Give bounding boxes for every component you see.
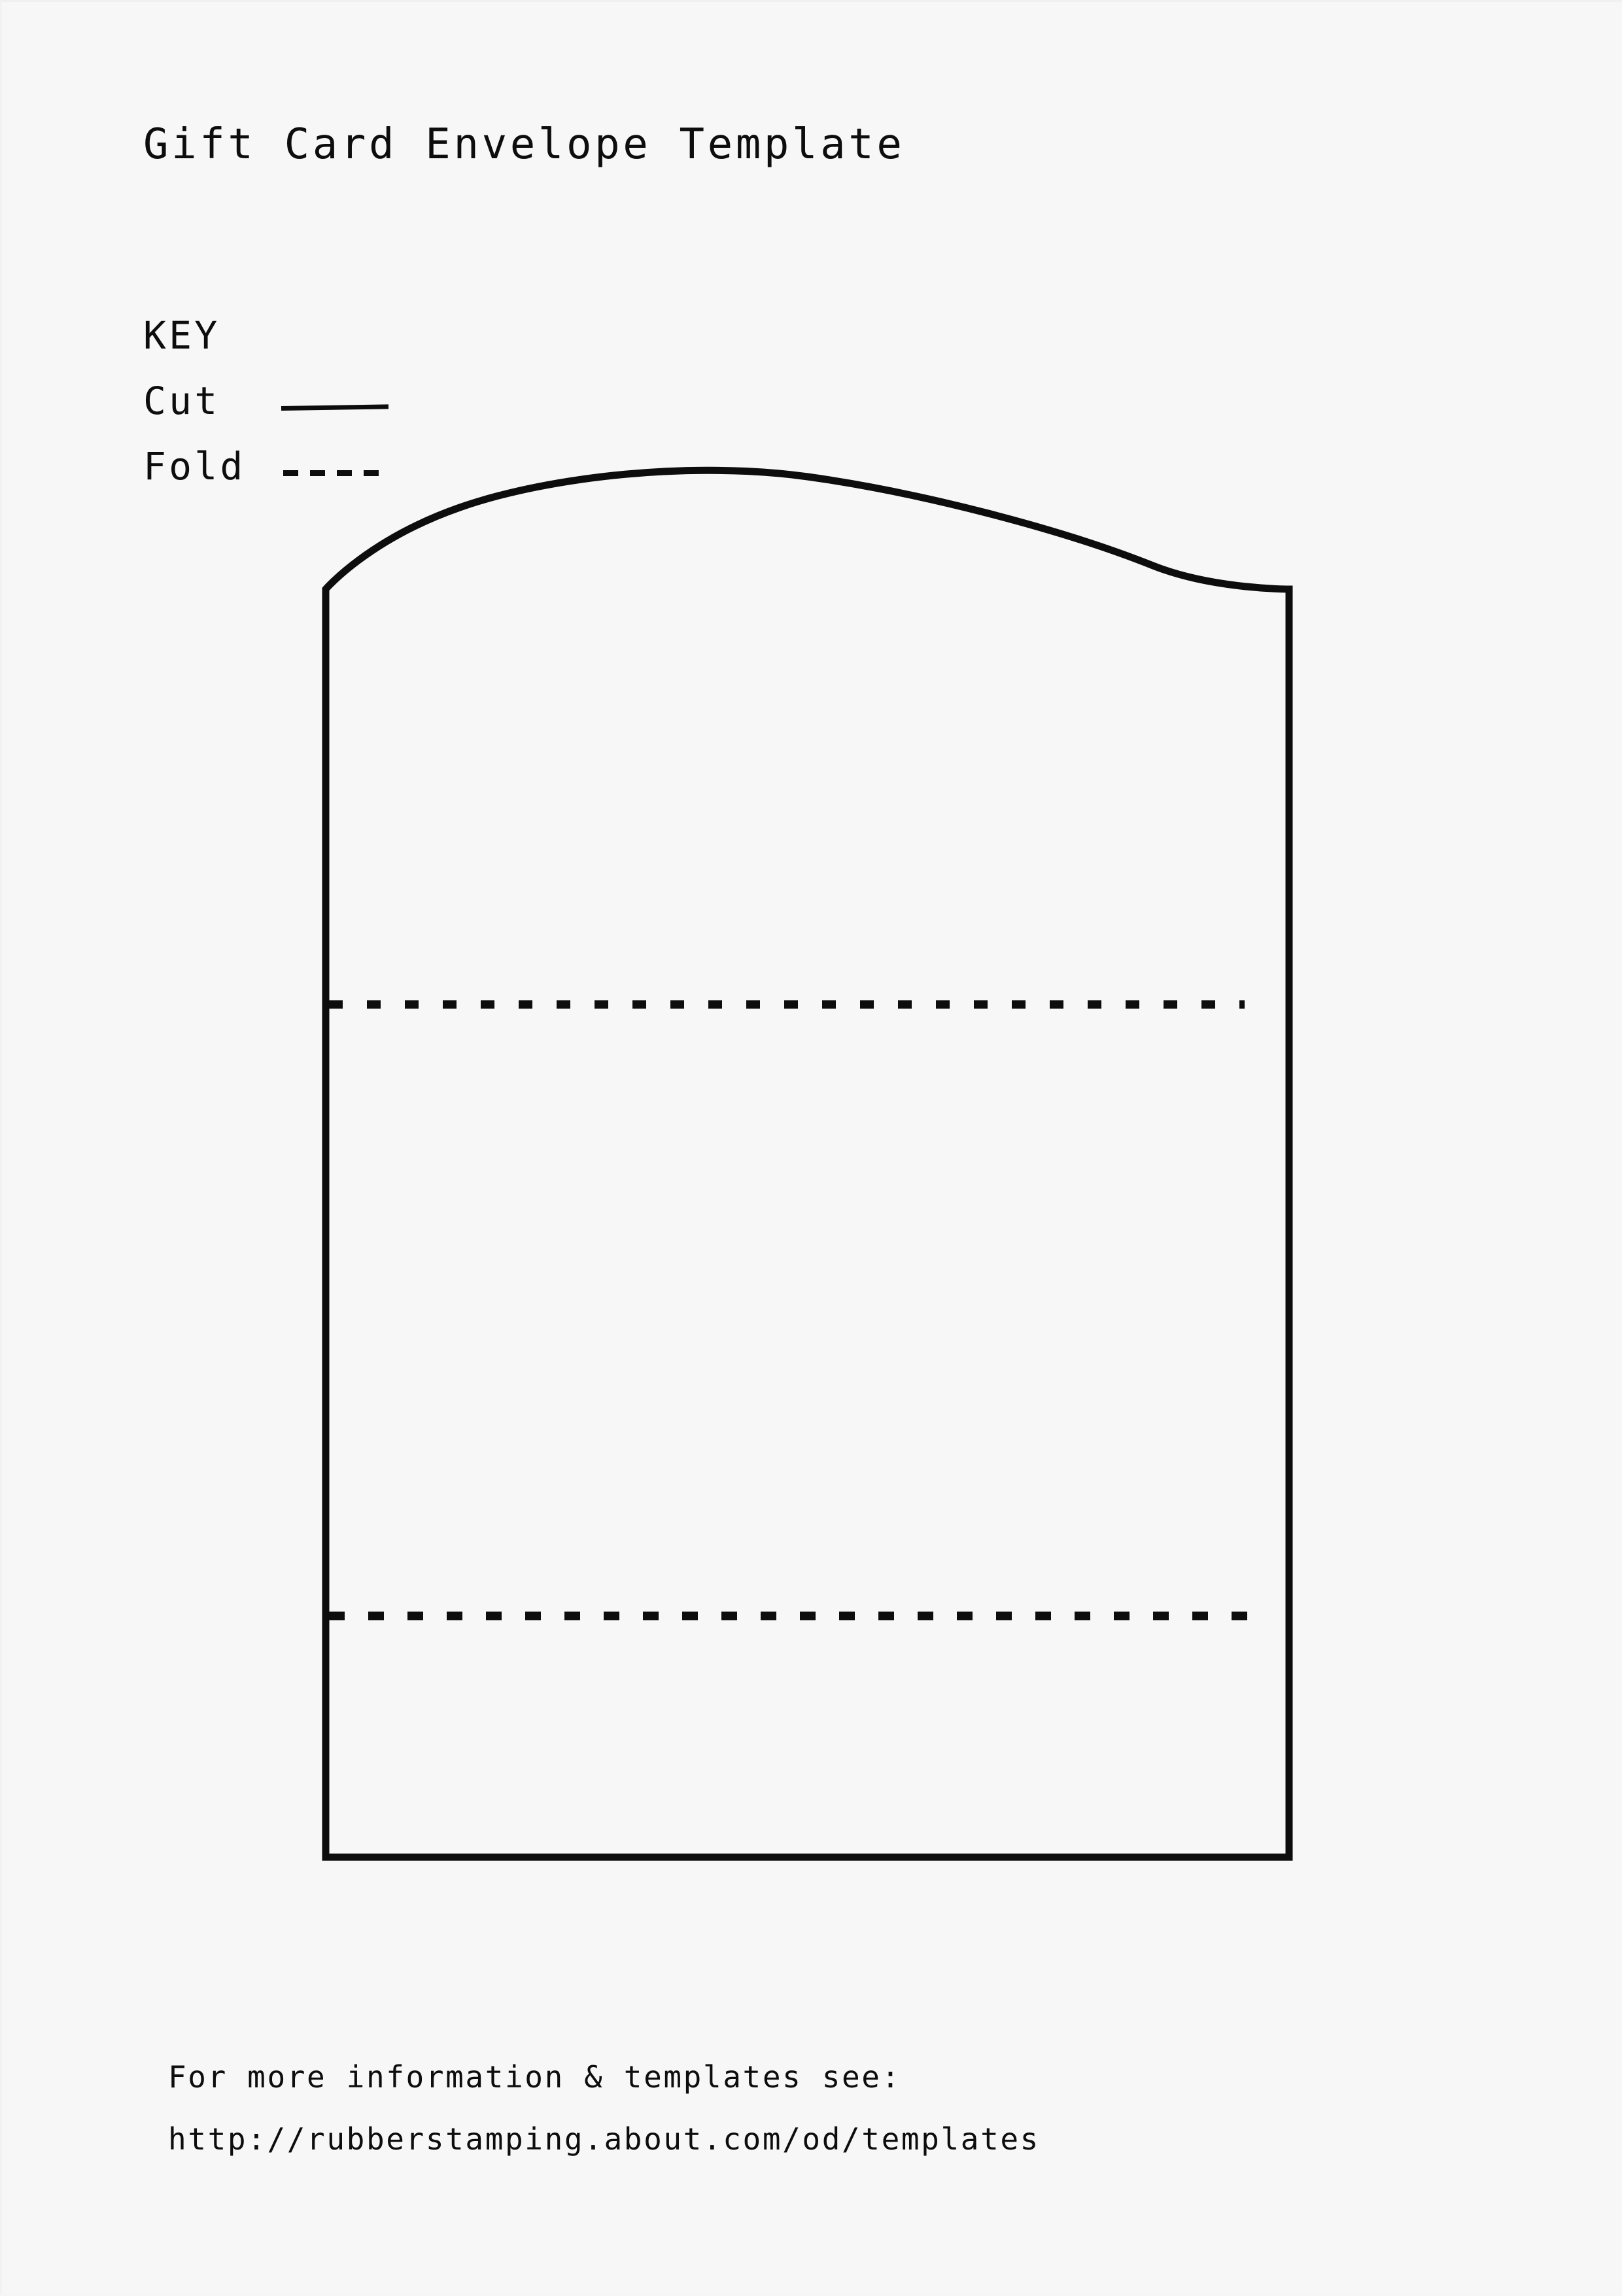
footer: For more information & templates see: ht… [168,2046,1040,2170]
key-heading: KEY [143,313,220,358]
footer-url: http://rubberstamping.about.com/od/templ… [168,2121,1040,2157]
footer-line-1: For more information & templates see: [168,2059,901,2095]
key-item-fold-label: Fold [143,444,246,488]
cut-line-swatch [281,404,389,411]
key-legend: KEY Cut Fold [143,303,389,499]
envelope-cut-outline [322,466,1293,1861]
key-item-fold: Fold [143,434,387,499]
key-item-cut: Cut [143,368,389,434]
page-title: Gift Card Envelope Template [143,120,905,169]
page-sheet: Gift Card Envelope Template KEY Cut Fold… [0,0,1622,2294]
key-heading-row: KEY [143,303,245,368]
fold-line-swatch [283,470,387,476]
key-item-cut-label: Cut [143,379,220,423]
